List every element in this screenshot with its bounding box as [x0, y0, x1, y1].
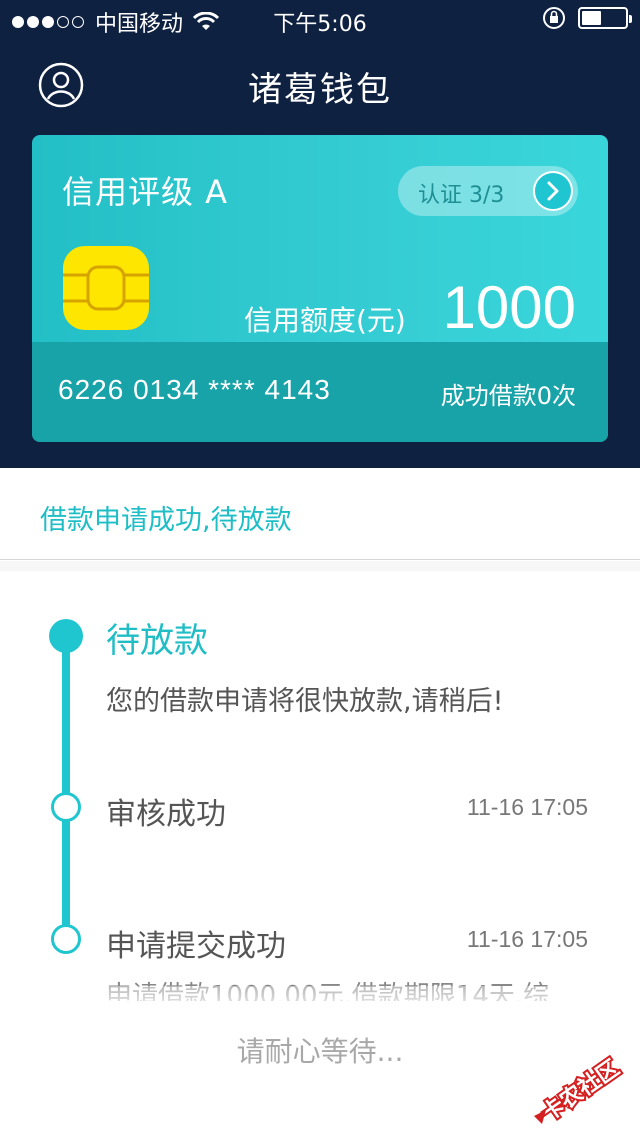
battery-level [582, 11, 601, 25]
card-chip-icon [63, 246, 149, 330]
certification-button[interactable]: 认证 3/3 [398, 166, 578, 216]
certification-label: 认证 3/3 [418, 183, 505, 208]
watermark-text: 卡农社区 [537, 1055, 624, 1127]
page-title: 诸葛钱包 [248, 70, 392, 110]
status-right [542, 6, 632, 30]
timeline-dot-active [49, 619, 83, 653]
section-divider [0, 561, 640, 571]
step-time-approved: 11-16 17:05 [466, 794, 588, 820]
fade-overlay [0, 986, 640, 1016]
navigation-bar: 诸葛钱包 [0, 40, 640, 130]
step-title-submitted: 申请提交成功 [106, 929, 286, 964]
chevron-right-icon [533, 171, 573, 211]
timeline-dot [51, 792, 81, 822]
step-description: 您的借款申请将很快放款,请稍后! [106, 686, 504, 717]
timeline-line [62, 635, 70, 941]
step-time-submitted: 11-16 17:05 [466, 926, 588, 952]
loan-status-banner: 借款申请成功,待放款 [0, 468, 640, 560]
step-title-pending: 待放款 [106, 621, 208, 661]
credit-rating: 信用评级 A [62, 173, 229, 211]
credit-limit-value: 1000 [442, 274, 576, 341]
status-bar: 中国移动 下午5:06 [0, 0, 640, 40]
card-footer: 6226 0134 **** 4143 成功借款0次 [32, 342, 608, 442]
timeline-dot [51, 924, 81, 954]
card-number: 6226 0134 **** 4143 [58, 374, 331, 405]
loan-count: 成功借款0次 [440, 382, 576, 410]
watermark-logo: 卡农社区 [534, 1053, 626, 1129]
step-title-approved: 审核成功 [106, 797, 226, 832]
credit-limit-label: 信用额度(元) [244, 304, 406, 337]
battery-icon [578, 7, 632, 29]
rotation-lock-icon [543, 7, 565, 29]
loan-status-text: 借款申请成功,待放款 [40, 505, 292, 536]
credit-card: 信用评级 A 认证 3/3 信用额度(元) 1000 6226 0134 ***… [32, 135, 608, 442]
